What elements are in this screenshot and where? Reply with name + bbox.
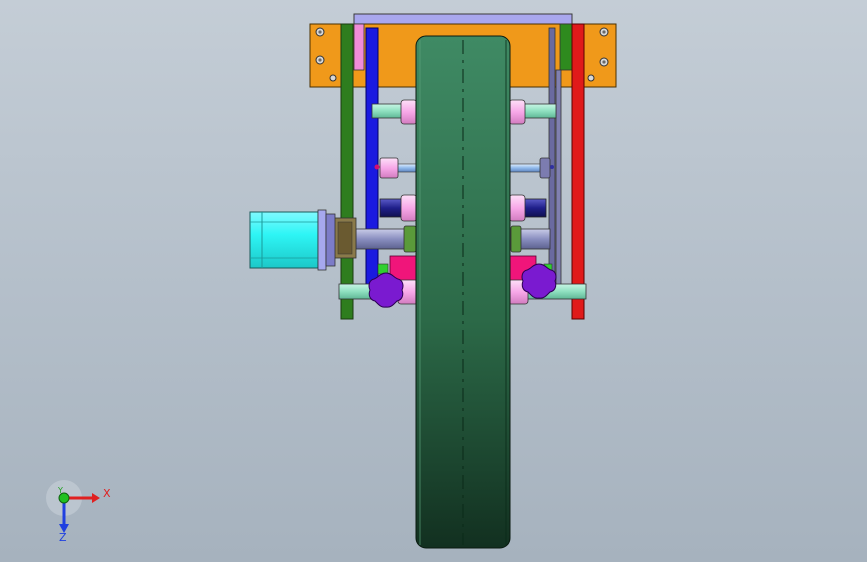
y-axis-label: Y — [58, 486, 63, 495]
lower-bushing-left — [400, 194, 418, 222]
middle-collar-right — [539, 157, 551, 179]
small-green-block-left — [377, 263, 389, 275]
stepper-motor-flange — [317, 209, 327, 271]
stepper-motor-face — [325, 213, 336, 267]
left-pink-strip — [353, 23, 365, 71]
right-inner-rail-2 — [555, 69, 562, 295]
middle-screw-left — [374, 164, 380, 170]
z-axis-label: Z — [59, 531, 67, 544]
coupling-shaft-left — [355, 228, 409, 250]
coupling-ring-left — [403, 225, 417, 253]
stepper-motor-body[interactable] — [249, 211, 319, 269]
x-axis-label: X — [103, 487, 111, 500]
upper-bushing-right — [508, 99, 526, 125]
right-red-side-plate[interactable] — [571, 23, 585, 320]
assembly-model[interactable] — [0, 0, 867, 562]
left-green-side-plate[interactable] — [340, 23, 354, 320]
middle-screw-right — [550, 165, 554, 169]
coordinate-triad — [46, 480, 100, 533]
lower-bushing-right — [508, 194, 526, 222]
cad-viewport[interactable]: X Y Z — [0, 0, 867, 562]
upper-bushing-left — [400, 99, 418, 125]
coupling-shaft-right — [517, 228, 551, 250]
coupling-ring-right — [510, 225, 522, 253]
right-green-strip — [559, 23, 573, 71]
motor-coupling-band — [337, 221, 353, 255]
middle-collar-left — [379, 157, 399, 179]
